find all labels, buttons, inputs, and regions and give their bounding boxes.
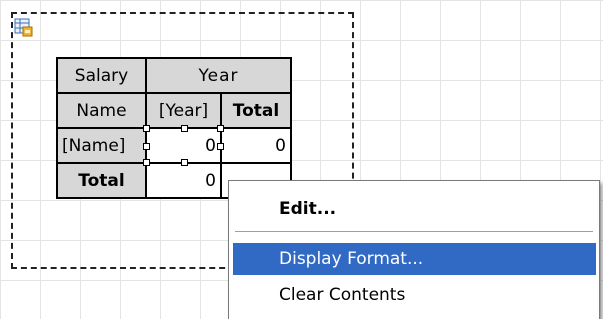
selection-handle[interactable]	[217, 143, 224, 150]
row-field-name-cell[interactable]: [Name]	[56, 127, 147, 164]
column-field-year-cell[interactable]: [Year]	[145, 92, 222, 129]
menu-separator	[235, 231, 593, 233]
row-group-header-name[interactable]: Name	[56, 92, 147, 129]
selection-handle[interactable]	[143, 143, 150, 150]
menu-item-clear-contents[interactable]: Clear Contents	[233, 279, 596, 311]
selection-handle[interactable]	[143, 159, 150, 166]
menu-item-display-format[interactable]: Display Format...	[233, 243, 596, 275]
table-row: [Name] 0 0	[56, 125, 292, 166]
row-total-value-cell[interactable]: 0	[145, 162, 222, 199]
data-value: 0	[205, 135, 216, 156]
selection-handle[interactable]	[181, 159, 188, 166]
selection-handle[interactable]	[143, 125, 150, 132]
column-group-header-year[interactable]: Year	[145, 57, 292, 94]
column-total-header[interactable]: Total	[220, 92, 292, 129]
corner-cell-salary[interactable]: Salary	[56, 57, 147, 94]
data-cell-selected[interactable]: 0	[143, 125, 224, 166]
selection-handle[interactable]	[217, 125, 224, 132]
data-total-cell[interactable]: 0	[220, 127, 292, 164]
row-total-header[interactable]: Total	[56, 162, 147, 199]
matrix-table: Salary Year Name [Year] Total [Name] 0 0…	[56, 57, 292, 199]
selection-handle[interactable]	[181, 125, 188, 132]
table-row: Name [Year] Total	[56, 92, 292, 129]
menu-item-edit[interactable]: Edit...	[233, 193, 596, 225]
matrix-report-icon[interactable]	[14, 18, 34, 38]
context-menu: Edit... Display Format... Clear Contents	[228, 180, 600, 319]
table-row: Salary Year	[56, 57, 292, 94]
